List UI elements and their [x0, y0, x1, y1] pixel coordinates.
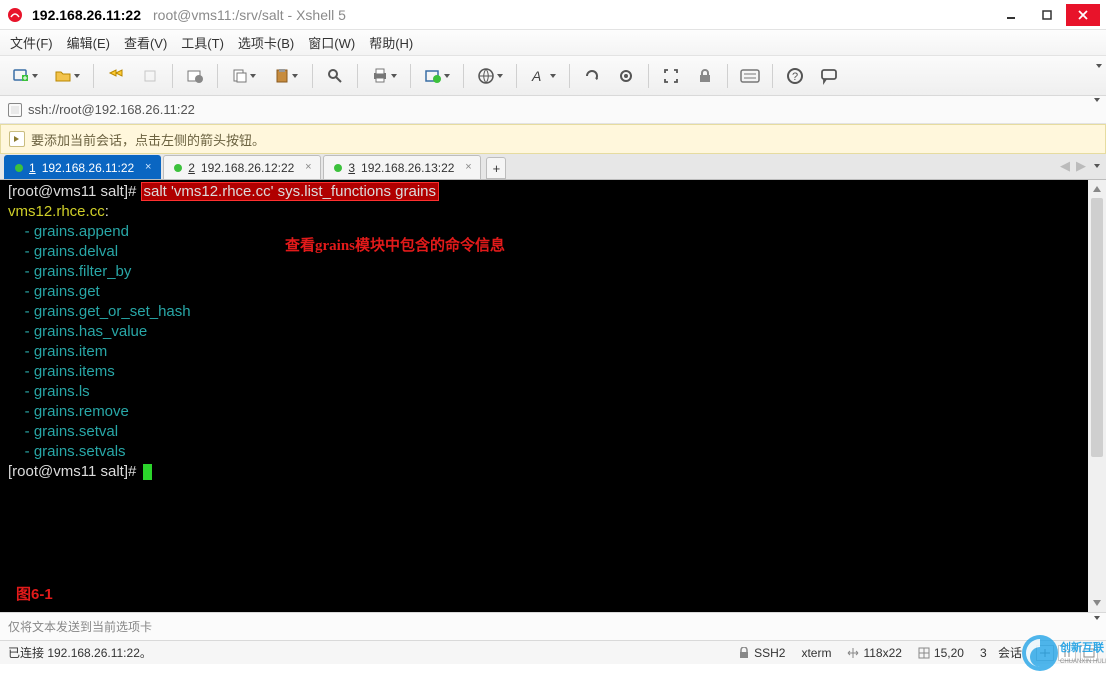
close-button[interactable] [1066, 4, 1100, 26]
send-bar-text: 仅将文本发送到当前选项卡 [8, 618, 152, 635]
status-bar: 已连接 192.168.26.11:22。 SSH2 xterm 118x22 … [0, 640, 1106, 664]
address-bar: ssh://root@192.168.26.11:22 [0, 96, 1106, 124]
status-sessions: 3 会话 [972, 644, 1030, 661]
status-connection: 已连接 192.168.26.11:22。 [8, 644, 152, 661]
menu-file[interactable]: 文件(F) [10, 33, 53, 52]
fullscreen-button[interactable] [656, 63, 686, 89]
tab-label: 192.168.26.12:22 [201, 161, 294, 175]
tab-session-3[interactable]: 3 192.168.26.13:22 × [323, 155, 481, 179]
tab-close-button[interactable]: × [142, 161, 154, 173]
maximize-button[interactable] [1030, 4, 1064, 26]
tab-list-button[interactable] [1094, 164, 1100, 168]
log-button[interactable] [418, 63, 456, 89]
title-sub: root@vms11:/srv/salt - Xshell 5 [153, 7, 346, 23]
copy-button[interactable] [225, 63, 263, 89]
menu-tools[interactable]: 工具(T) [181, 33, 224, 52]
svg-text:A: A [531, 68, 541, 84]
title-bar: 192.168.26.11:22 root@vms11:/srv/salt - … [0, 0, 1106, 30]
send-bar-dropdown-icon[interactable] [1092, 620, 1100, 634]
menu-edit[interactable]: 编辑(E) [67, 33, 110, 52]
tab-close-button[interactable]: × [302, 161, 314, 173]
info-text: 要添加当前会话，点击左侧的箭头按钮。 [31, 130, 265, 149]
svg-text:?: ? [792, 71, 798, 83]
help-button[interactable]: ? [780, 63, 810, 89]
status-dot-icon [334, 164, 342, 172]
tab-number: 2 [188, 161, 195, 175]
menu-window[interactable]: 窗口(W) [308, 33, 355, 52]
status-cursor-pos: 15,20 [910, 646, 972, 660]
session-tabs: 1 192.168.26.11:22 × 2 192.168.26.12:22 … [0, 154, 1106, 180]
status-layout-a-button[interactable] [1036, 645, 1054, 661]
paste-button[interactable] [267, 63, 305, 89]
info-bar: 要添加当前会话，点击左侧的箭头按钮。 [0, 124, 1106, 154]
scroll-thumb[interactable] [1091, 198, 1103, 457]
properties-button[interactable] [180, 63, 210, 89]
status-layout-b-button[interactable] [1058, 645, 1076, 661]
new-tab-button[interactable]: + [486, 157, 506, 179]
refresh-button[interactable] [577, 63, 607, 89]
annotation-text: 查看grains模块中包含的命令信息 [285, 234, 505, 255]
encoding-button[interactable] [471, 63, 509, 89]
tab-nav: ◀ ▶ [1060, 158, 1100, 174]
title-ip: 192.168.26.11:22 [32, 7, 141, 23]
status-layout-c-button[interactable] [1080, 645, 1098, 661]
disconnect-button[interactable] [135, 63, 165, 89]
tab-close-button[interactable]: × [462, 161, 474, 173]
scroll-down-button[interactable] [1088, 594, 1106, 612]
tab-label: 192.168.26.13:22 [361, 161, 454, 175]
tab-label: 192.168.26.11:22 [42, 161, 135, 175]
status-term-type: xterm [793, 646, 839, 660]
find-button[interactable] [320, 63, 350, 89]
reconnect-button[interactable] [101, 63, 131, 89]
status-protocol: SSH2 [730, 646, 793, 660]
status-dot-icon [15, 164, 23, 172]
toolbar-overflow-icon[interactable] [1094, 68, 1102, 83]
terminal-pane[interactable]: [root@vms11 salt]# salt 'vms12.rhce.cc' … [0, 180, 1106, 612]
tab-next-button[interactable]: ▶ [1076, 158, 1086, 174]
status-size: 118x22 [839, 646, 909, 660]
status-dot-icon [174, 164, 182, 172]
lock-icon [738, 647, 750, 659]
lock-button[interactable] [690, 63, 720, 89]
figure-caption: 图6-1 [16, 583, 53, 604]
open-button[interactable] [48, 63, 86, 89]
menu-bar: 文件(F) 编辑(E) 查看(V) 工具(T) 选项卡(B) 窗口(W) 帮助(… [0, 30, 1106, 56]
menu-tabs[interactable]: 选项卡(B) [238, 33, 294, 52]
scroll-up-button[interactable] [1088, 180, 1106, 198]
minimize-button[interactable] [994, 4, 1028, 26]
address-url[interactable]: ssh://root@192.168.26.11:22 [28, 102, 195, 117]
address-dropdown-icon[interactable] [1092, 102, 1100, 117]
chat-button[interactable] [814, 63, 844, 89]
tab-number: 3 [348, 161, 355, 175]
tab-prev-button[interactable]: ◀ [1060, 158, 1070, 174]
send-bar[interactable]: 仅将文本发送到当前选项卡 [0, 612, 1106, 640]
terminal-scrollbar[interactable] [1088, 180, 1106, 612]
tab-session-1[interactable]: 1 192.168.26.11:22 × [4, 155, 161, 179]
font-button[interactable]: A [524, 63, 562, 89]
keyboard-button[interactable] [735, 63, 765, 89]
session-icon [8, 103, 22, 117]
print-button[interactable] [365, 63, 403, 89]
toolbar: A ? [0, 56, 1106, 96]
add-session-arrow-button[interactable] [9, 131, 25, 147]
tab-number: 1 [29, 161, 36, 175]
settings-button[interactable] [611, 63, 641, 89]
app-icon [6, 6, 24, 24]
size-icon [847, 647, 859, 659]
terminal-output[interactable]: [root@vms11 salt]# salt 'vms12.rhce.cc' … [0, 180, 1106, 484]
grid-icon [918, 647, 930, 659]
menu-help[interactable]: 帮助(H) [369, 33, 413, 52]
menu-view[interactable]: 查看(V) [124, 33, 167, 52]
new-session-button[interactable] [6, 63, 44, 89]
tab-session-2[interactable]: 2 192.168.26.12:22 × [163, 155, 321, 179]
